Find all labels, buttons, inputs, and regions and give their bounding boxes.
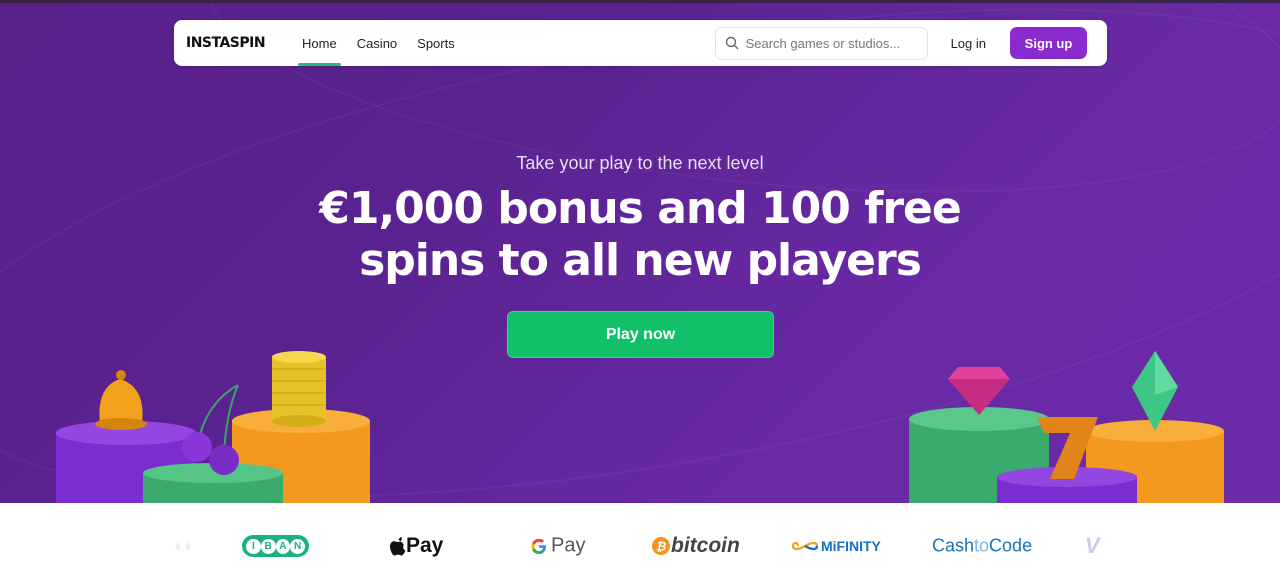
google-pay-logo: Pay: [530, 535, 585, 558]
bitcoin-label: bitcoin: [671, 534, 740, 557]
nav-link-home[interactable]: Home: [298, 20, 341, 66]
hero-banner: INSTASPIN Home Casino Sports Log in Sign…: [0, 3, 1280, 503]
main-nav: Home Casino Sports: [298, 20, 471, 66]
bitcoin-logo: ₿ bitcoin: [652, 534, 740, 558]
hero-headline: €1,000 bonus and 100 free spins to all n…: [0, 183, 1280, 287]
iban-logo: I B A N: [242, 535, 309, 557]
nav-link-casino[interactable]: Casino: [353, 20, 401, 66]
orange-pedestal-right: [1086, 420, 1224, 503]
purple-pedestal-right: [997, 467, 1137, 503]
google-pay-label: Pay: [551, 534, 586, 557]
svg-text:₿: ₿: [656, 540, 667, 554]
top-navbar: INSTASPIN Home Casino Sports Log in Sign…: [174, 20, 1107, 66]
login-link[interactable]: Log in: [951, 36, 986, 51]
payment-methods-strip: ◖◗ I B A N Pay Pay ₿ bitcoin MiFINITY Ca…: [0, 503, 1280, 577]
mifinity-infinity-icon: [792, 541, 818, 551]
bitcoin-icon: ₿: [652, 537, 670, 555]
cashtocode-cash: Cash: [932, 535, 975, 556]
search-box[interactable]: [714, 26, 928, 60]
lucky-seven-icon: [1037, 417, 1098, 479]
faded-payment-logo: ◖◗: [172, 535, 194, 556]
hero-subtitle: Take your play to the next level: [516, 153, 764, 173]
mifinity-logo: MiFINITY: [792, 538, 881, 554]
apple-pay-label: Pay: [406, 534, 444, 557]
cashtocode-to: to: [974, 535, 990, 556]
search-input[interactable]: [745, 35, 916, 51]
apple-pay-logo: Pay: [390, 534, 443, 558]
apple-icon: [390, 536, 406, 555]
iban-letter: A: [275, 538, 291, 554]
green-gem-icon: [1132, 351, 1178, 431]
instaspin-logo[interactable]: INSTASPIN: [186, 34, 272, 52]
google-g-icon: [531, 538, 546, 554]
iban-letter: I: [246, 538, 261, 554]
cashtocode-logo: CashtoCode: [932, 536, 1032, 557]
play-now-button[interactable]: Play now: [507, 311, 774, 358]
iban-letter: N: [290, 538, 305, 554]
green-pedestal-right: [909, 407, 1049, 503]
signup-button[interactable]: Sign up: [1010, 27, 1087, 59]
cashtocode-code: Code: [989, 535, 1033, 556]
search-icon: [725, 36, 739, 50]
iban-letter: B: [260, 538, 276, 554]
partial-payment-logo: V: [1085, 533, 1100, 558]
nav-link-sports[interactable]: Sports: [413, 20, 459, 66]
mifinity-label: MiFINITY: [821, 538, 881, 554]
hero-headline-line2: spins to all new players: [359, 235, 922, 286]
hero-headline-line1: €1,000 bonus and 100 free: [319, 183, 962, 234]
